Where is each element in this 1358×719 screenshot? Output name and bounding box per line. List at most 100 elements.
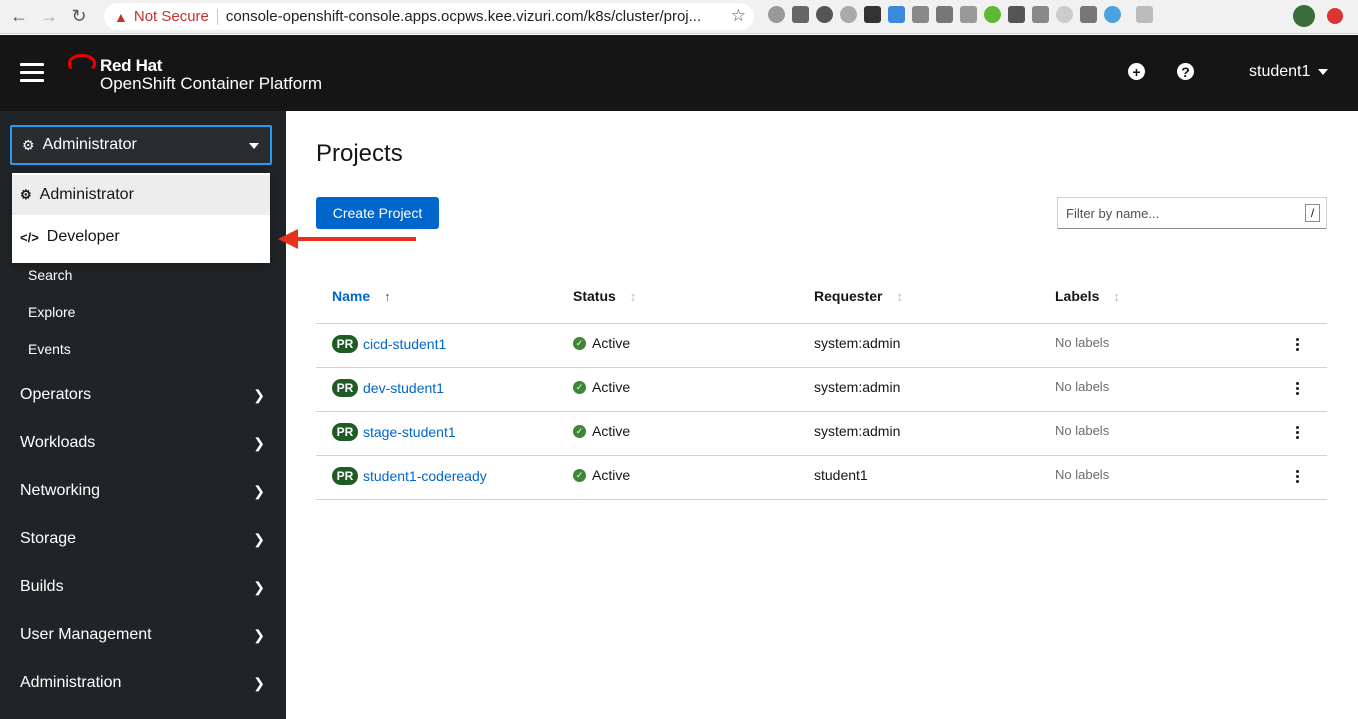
kebab-menu-icon[interactable]: [1296, 338, 1300, 353]
bookmark-star-icon[interactable]: ☆: [731, 6, 746, 26]
filter-by-name: /: [1057, 197, 1327, 229]
labels-cell: No labels: [1055, 335, 1110, 350]
sidebar-item-operators[interactable]: Operators ❯: [20, 386, 265, 404]
project-name-cell: PR student1-codeready: [332, 467, 487, 485]
project-link[interactable]: cicd-student1: [363, 336, 446, 352]
kebab-menu-icon[interactable]: [1296, 470, 1300, 485]
kebab-menu-icon[interactable]: [1296, 426, 1300, 441]
sidebar-item-networking[interactable]: Networking ❯: [20, 482, 265, 500]
extension-icon[interactable]: [864, 6, 881, 23]
project-link[interactable]: dev-student1: [363, 380, 444, 396]
brand-product: OpenShift Container Platform: [100, 74, 323, 93]
caret-down-icon: [249, 143, 259, 149]
extension-icon[interactable]: [888, 6, 905, 23]
status-cell: ✓ Active: [573, 423, 630, 439]
table-row: PR stage-student1 ✓ Active system:admin …: [316, 412, 1327, 456]
kebab-menu-icon[interactable]: [1296, 382, 1300, 397]
user-menu[interactable]: student1: [1249, 63, 1329, 81]
masthead: Red Hat OpenShift Container Platform + ?…: [0, 35, 1358, 111]
column-header-name[interactable]: Name ↑: [332, 288, 391, 304]
extension-icon[interactable]: [1136, 6, 1153, 23]
create-project-button[interactable]: Create Project: [316, 197, 439, 229]
status-cell: ✓ Active: [573, 467, 630, 483]
project-name-cell: PR cicd-student1: [332, 335, 446, 353]
check-circle-icon: ✓: [573, 336, 586, 350]
table-row: PR cicd-student1 ✓ Active system:admin N…: [316, 324, 1327, 368]
requester-cell: system:admin: [814, 335, 901, 351]
chevron-right-icon: ❯: [253, 530, 265, 547]
project-badge: PR: [332, 423, 358, 441]
requester-cell: student1: [814, 467, 868, 483]
hamburger-menu-icon[interactable]: [20, 63, 44, 83]
sidebar-item-user-management[interactable]: User Management ❯: [20, 626, 265, 644]
sidebar-item-search[interactable]: Search: [28, 267, 72, 283]
browser-update-icon[interactable]: [1327, 8, 1343, 24]
brand-name: Red Hat: [100, 56, 163, 75]
extension-icon[interactable]: [1104, 6, 1121, 23]
forward-icon[interactable]: →: [34, 2, 64, 32]
column-header-labels[interactable]: Labels ↕: [1055, 288, 1120, 304]
extension-icon[interactable]: [1008, 6, 1025, 23]
browser-profile-avatar[interactable]: [1293, 5, 1315, 27]
annotation-arrow: [296, 237, 416, 241]
extension-icon[interactable]: [768, 6, 785, 23]
column-header-requester[interactable]: Requester ↕: [814, 288, 903, 304]
check-circle-icon: ✓: [573, 468, 586, 482]
filter-input[interactable]: [1058, 198, 1288, 228]
plus-circle-icon[interactable]: +: [1128, 63, 1145, 80]
sort-icon: ↕: [629, 288, 637, 304]
perspective-menu: ⚙ Administrator </> Developer: [12, 173, 270, 263]
labels-cell: No labels: [1055, 467, 1110, 482]
extension-icon[interactable]: [1056, 6, 1073, 23]
perspective-option-developer[interactable]: </> Developer: [12, 217, 270, 257]
url-text[interactable]: console-openshift-console.apps.ocpws.kee…: [226, 8, 726, 25]
extension-icon[interactable]: [792, 6, 809, 23]
page-title: Projects: [316, 140, 403, 167]
sidebar-item-explore[interactable]: Explore: [28, 304, 75, 320]
chevron-right-icon: ❯: [253, 578, 265, 595]
project-link[interactable]: student1-codeready: [363, 468, 487, 484]
project-link[interactable]: stage-student1: [363, 424, 456, 440]
back-icon[interactable]: ←: [4, 2, 34, 32]
sidebar-item-workloads[interactable]: Workloads ❯: [20, 434, 265, 452]
sort-ascending-icon: ↑: [384, 288, 391, 304]
warning-icon: ▲: [114, 8, 128, 25]
extensions-bar: [768, 6, 1153, 23]
check-circle-icon: ✓: [573, 424, 586, 438]
chevron-right-icon: ❯: [253, 434, 265, 451]
caret-down-icon: [1318, 69, 1329, 75]
requester-cell: system:admin: [814, 379, 901, 395]
extension-icon[interactable]: [912, 6, 929, 23]
extension-icon[interactable]: [1080, 6, 1097, 23]
check-circle-icon: ✓: [573, 380, 586, 394]
labels-cell: No labels: [1055, 423, 1110, 438]
sidebar-item-storage[interactable]: Storage ❯: [20, 530, 265, 548]
extension-icon[interactable]: [1032, 6, 1049, 23]
address-bar[interactable]: ▲ Not Secure console-openshift-console.a…: [104, 3, 754, 30]
code-icon: </>: [20, 229, 39, 245]
sidebar-item-events[interactable]: Events: [28, 341, 71, 357]
annotation-arrow-head: [278, 229, 298, 249]
perspective-switcher[interactable]: ⚙ Administrator: [10, 125, 272, 165]
project-name-cell: PR stage-student1: [332, 423, 456, 441]
extension-icon[interactable]: [984, 6, 1001, 23]
column-header-status[interactable]: Status ↕: [573, 288, 636, 304]
extension-icon[interactable]: [936, 6, 953, 23]
reload-icon[interactable]: ↻: [64, 2, 94, 32]
chevron-right-icon: ❯: [253, 386, 265, 403]
sort-icon: ↕: [896, 288, 903, 304]
extension-icon[interactable]: [960, 6, 977, 23]
filter-shortcut-hint: /: [1305, 204, 1320, 222]
help-icon[interactable]: ?: [1177, 63, 1194, 80]
status-cell: ✓ Active: [573, 379, 630, 395]
extension-icon[interactable]: [816, 6, 833, 23]
requester-cell: system:admin: [814, 423, 901, 439]
sidebar-item-administration[interactable]: Administration ❯: [20, 674, 265, 692]
table-row: PR dev-student1 ✓ Active system:admin No…: [316, 368, 1327, 412]
sidebar-item-builds[interactable]: Builds ❯: [20, 578, 265, 596]
not-secure-label: Not Secure: [133, 8, 209, 25]
project-badge: PR: [332, 335, 358, 353]
extension-icon[interactable]: [840, 6, 857, 23]
sort-icon: ↕: [1113, 288, 1120, 304]
perspective-option-administrator[interactable]: ⚙ Administrator: [12, 175, 270, 215]
